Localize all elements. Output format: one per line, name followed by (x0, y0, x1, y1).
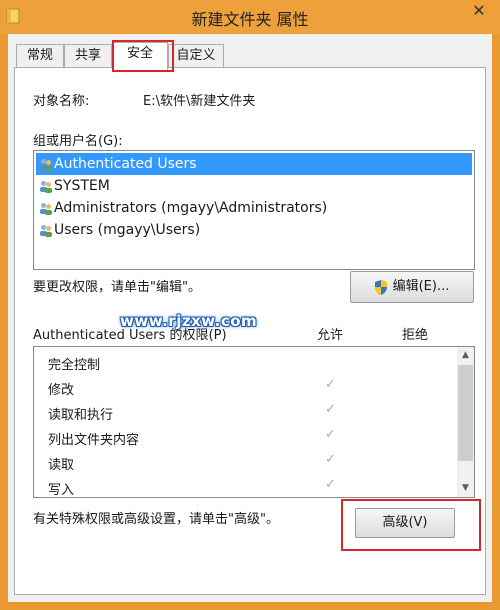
users-icon (40, 203, 52, 215)
security-panel: 对象名称: E:\软件\新建文件夹 组或用户名(G): Authenticate… (14, 67, 486, 595)
object-name-value: E:\软件\新建文件夹 (143, 94, 256, 109)
security-tab-highlight (112, 40, 174, 72)
close-button[interactable]: ✕ (464, 0, 494, 22)
tab-general[interactable]: 常规 (16, 44, 64, 68)
permissions-list[interactable]: 完全控制 修改 ✓ 读取和执行 ✓ 列出文件夹内容 ✓ 读取 ✓ 写入 ✓ ▲ … (33, 346, 475, 498)
allow-check: ✓ (325, 477, 336, 492)
permissions-scrollbar[interactable]: ▲ ▼ (457, 347, 474, 497)
edit-button-label: 编辑(E)... (392, 279, 450, 294)
edit-button[interactable]: 编辑(E)... (350, 271, 474, 303)
change-permissions-text: 要更改权限，请单击"编辑"。 (33, 280, 201, 295)
user-item-administrators[interactable]: Administrators (mgayy\Administrators) (36, 197, 472, 219)
watermark: www.rjzxw.com (120, 312, 258, 330)
allow-check: ✓ (325, 402, 336, 417)
properties-dialog: 常规 共享 安全 自定义 对象名称: E:\软件\新建文件夹 组或用户名(G):… (8, 34, 492, 602)
users-icon (40, 181, 52, 193)
user-name: Authenticated Users (54, 156, 197, 172)
user-item-system[interactable]: SYSTEM (36, 175, 472, 197)
tab-sharing[interactable]: 共享 (64, 44, 112, 68)
user-name: Users (mgayy\Users) (54, 222, 201, 238)
tab-customize[interactable]: 自定义 (168, 44, 224, 68)
group-or-user-label: 组或用户名(G): (33, 134, 123, 149)
allow-check: ✓ (325, 427, 336, 442)
group-or-user-list[interactable]: Authenticated Users SYSTEM Administrator… (33, 150, 475, 270)
user-item-users[interactable]: Users (mgayy\Users) (36, 219, 472, 241)
permission-row: 完全控制 (34, 350, 454, 375)
allow-column-header: 允许 (317, 328, 344, 343)
scroll-down-icon[interactable]: ▼ (457, 480, 474, 497)
user-item-authenticated-users[interactable]: Authenticated Users (36, 153, 472, 175)
permission-row: 读取和执行 ✓ (34, 400, 454, 425)
scroll-thumb[interactable] (458, 365, 473, 461)
advanced-settings-text: 有关特殊权限或高级设置，请单击"高级"。 (33, 512, 279, 527)
permission-name: 读取 (48, 458, 75, 473)
permission-row: 读取 ✓ (34, 450, 454, 475)
permission-row: 列出文件夹内容 ✓ (34, 425, 454, 450)
title-bar: 新建文件夹 属性 ✕ (0, 0, 500, 34)
permission-name: 完全控制 (48, 358, 101, 373)
scroll-up-icon[interactable]: ▲ (457, 347, 474, 364)
object-name-label: 对象名称: (33, 94, 90, 109)
permission-row: 修改 ✓ (34, 375, 454, 400)
advanced-button[interactable]: 高级(V) (355, 508, 455, 538)
permission-name: 修改 (48, 383, 75, 398)
users-icon (40, 225, 52, 237)
window-title: 新建文件夹 属性 (191, 10, 309, 29)
user-name: SYSTEM (54, 178, 110, 194)
deny-column-header: 拒绝 (402, 328, 429, 343)
allow-check: ✓ (325, 377, 336, 392)
allow-check: ✓ (325, 452, 336, 467)
user-name: Administrators (mgayy\Administrators) (54, 200, 328, 216)
permission-name: 写入 (48, 483, 75, 498)
users-icon (40, 159, 52, 171)
permission-row: 写入 ✓ (34, 475, 454, 498)
permission-name: 列出文件夹内容 (48, 433, 140, 448)
permission-name: 读取和执行 (48, 408, 114, 423)
uac-shield-icon (375, 280, 387, 295)
